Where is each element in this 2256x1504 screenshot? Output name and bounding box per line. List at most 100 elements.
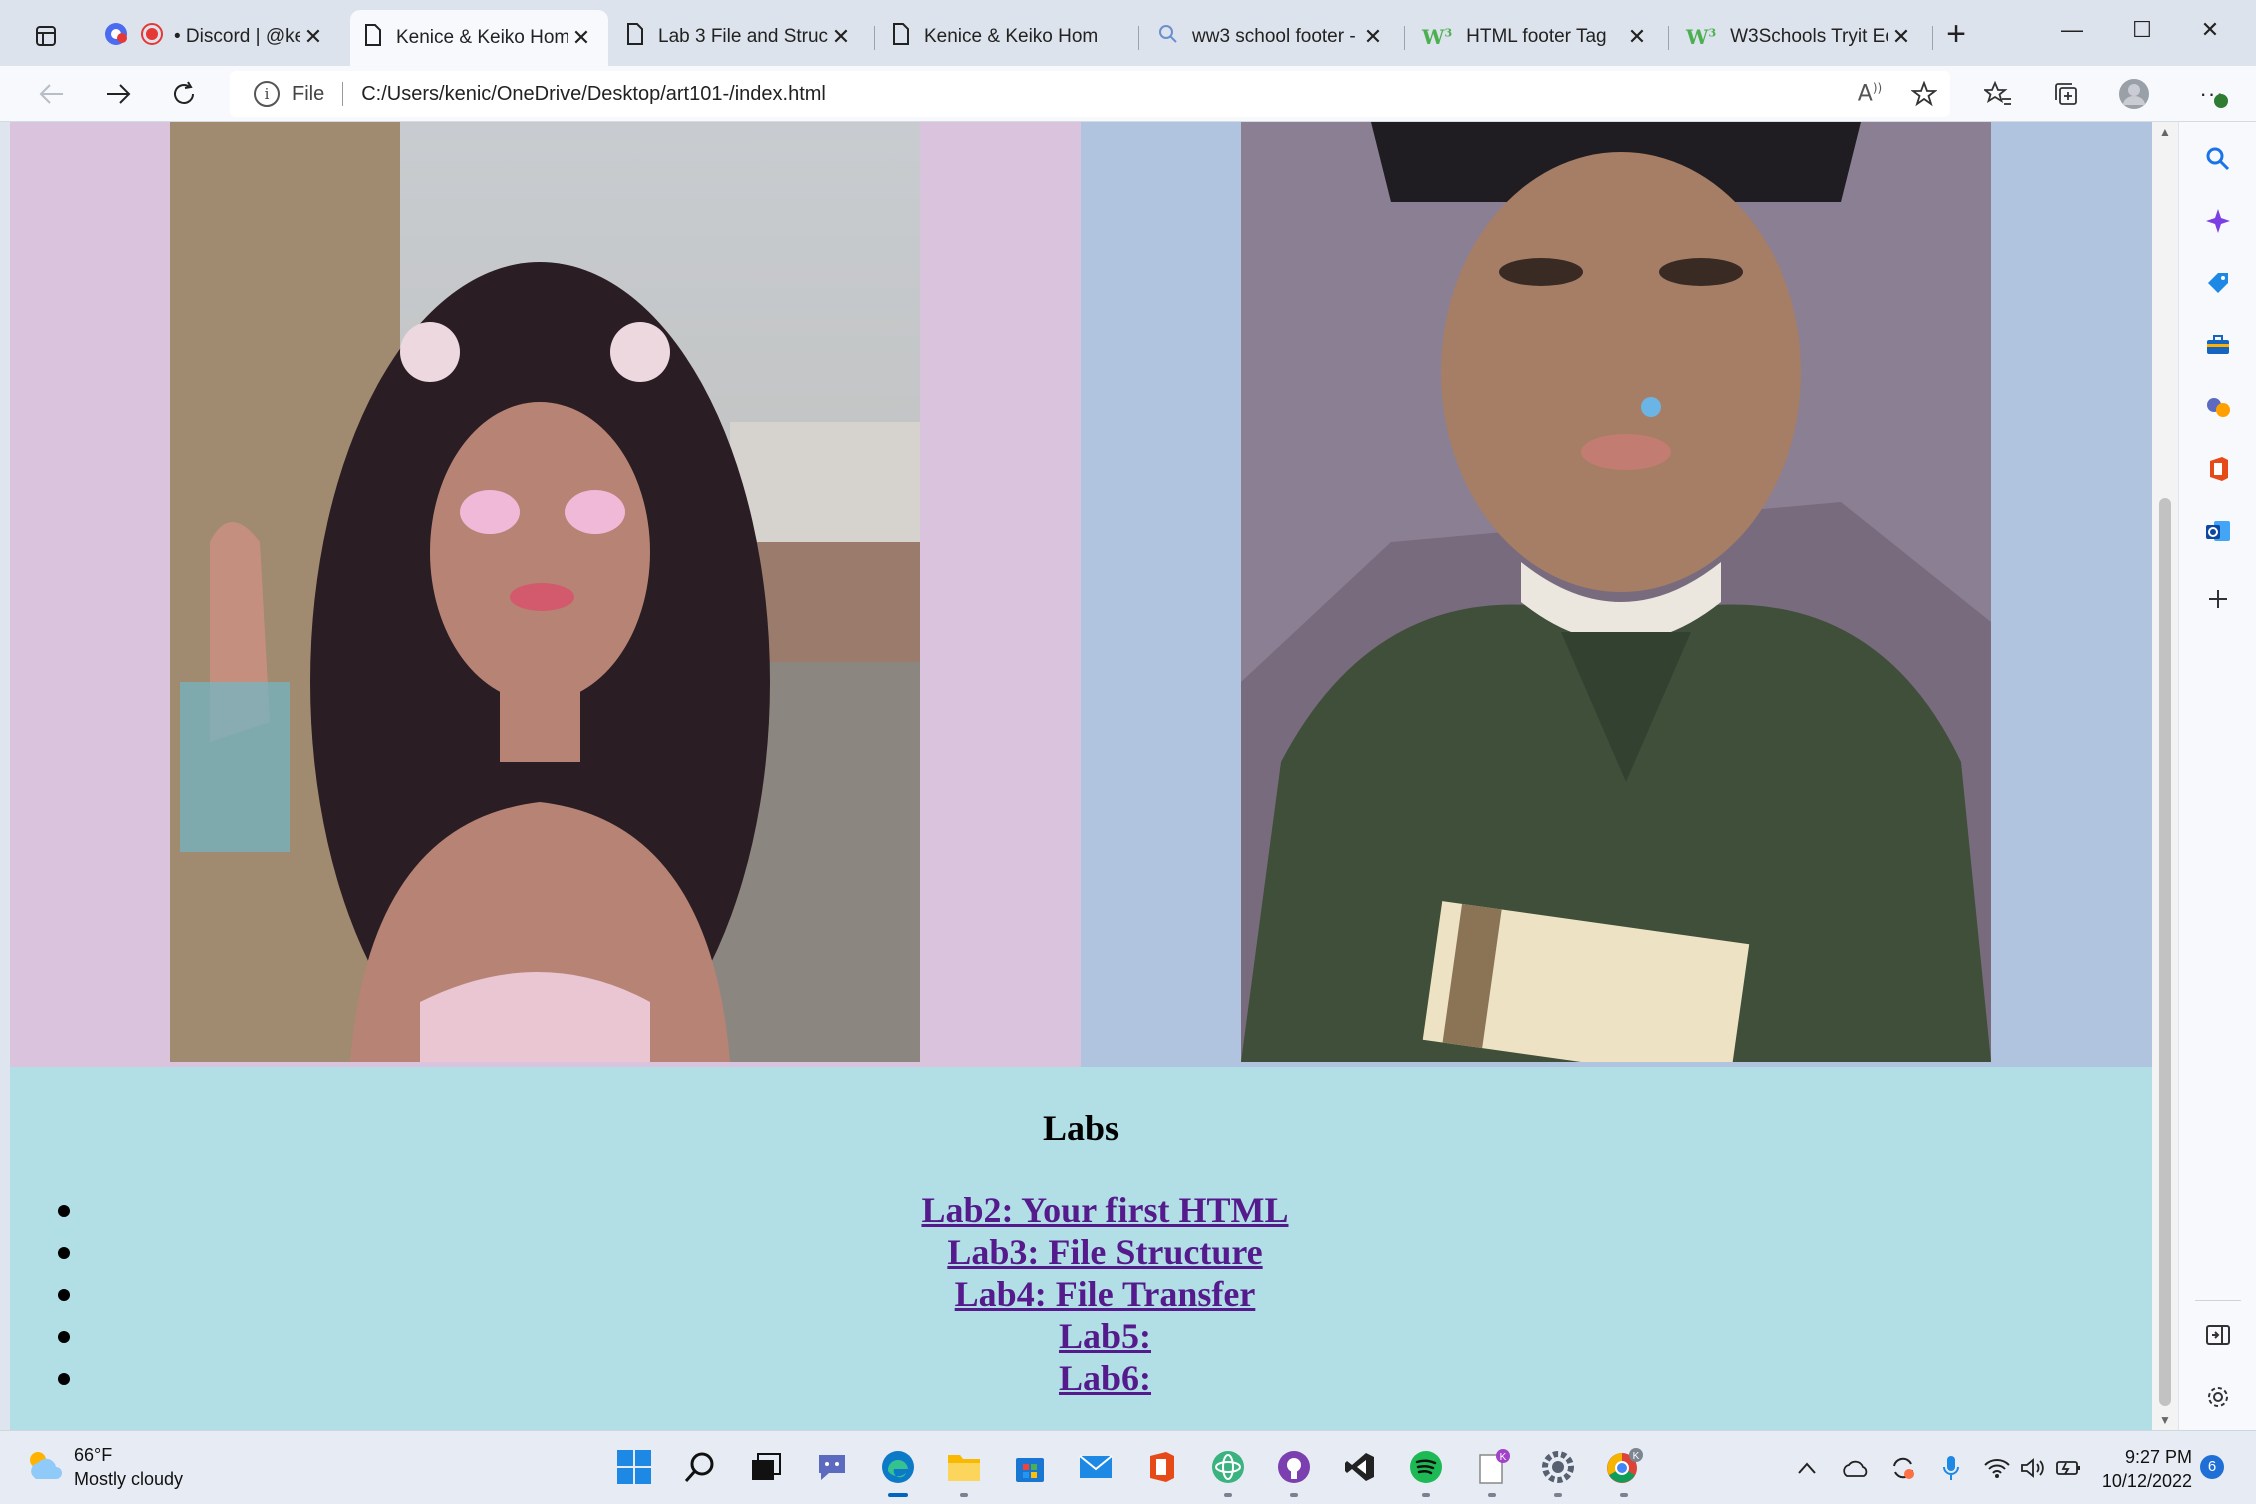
profile-avatar[interactable]	[2116, 76, 2152, 112]
bullet-icon	[58, 1331, 70, 1343]
lab2-link[interactable]: Lab2: Your first HTML	[921, 1190, 1288, 1230]
volume-icon[interactable]	[2018, 1453, 2048, 1483]
sidebar-tools-icon[interactable]	[2201, 328, 2235, 362]
maximize-button[interactable]: ☐	[2112, 10, 2172, 50]
notification-badge[interactable]: 6	[2200, 1455, 2224, 1479]
tab-strip: • Discord | @ke ✕ Kenice & Keiko Hom ✕ L…	[0, 0, 2256, 68]
bullet-icon	[58, 1289, 70, 1301]
wifi-icon[interactable]	[1982, 1453, 2012, 1483]
clock-date: 10/12/2022	[2101, 1471, 2192, 1491]
tab-footer-search[interactable]: ww3 school footer - ✕	[1144, 12, 1400, 62]
cloudy-weather-icon	[24, 1447, 64, 1488]
tray-overflow-icon[interactable]	[1792, 1453, 1822, 1483]
list-item: Lab2: Your first HTML	[58, 1189, 2152, 1231]
tab-close-icon[interactable]: ✕	[300, 24, 326, 50]
lab4-link[interactable]: Lab4: File Transfer	[955, 1274, 1256, 1314]
site-info-icon[interactable]: i	[254, 81, 280, 107]
sidebar-settings-icon[interactable]	[2201, 1380, 2235, 1414]
minimize-button[interactable]: —	[2042, 10, 2102, 50]
scroll-thumb[interactable]	[2159, 498, 2171, 1406]
sidebar-copilot-icon[interactable]	[2201, 204, 2235, 238]
edge-icon[interactable]	[876, 1445, 920, 1497]
spotify-icon[interactable]	[1404, 1445, 1448, 1497]
page-scrollbar[interactable]: ▲ ▼	[2152, 122, 2178, 1430]
refresh-button[interactable]	[164, 74, 204, 114]
weather-temp: 66°F	[74, 1445, 113, 1465]
lab5-link[interactable]: Lab5:	[1059, 1316, 1151, 1356]
page-viewport: Labs Lab2: Your first HTML Lab3: File St…	[10, 122, 2152, 1430]
tab-close-icon[interactable]: ✕	[1624, 24, 1650, 50]
notepad-icon[interactable]: K	[1470, 1445, 1514, 1497]
w3schools-icon: W3	[1686, 25, 1717, 49]
tab-title: Kenice & Keiko Hom	[396, 27, 568, 48]
sidebar-search-icon[interactable]	[2201, 142, 2235, 176]
tab-close-icon[interactable]: ✕	[568, 25, 594, 51]
microphone-icon[interactable]	[1936, 1453, 1966, 1483]
close-window-button[interactable]: ✕	[2180, 10, 2240, 50]
tab-w3-tryit[interactable]: W3 W3Schools Tryit Edit ✕	[1672, 12, 1928, 62]
chrome-icon[interactable]: K	[1602, 1445, 1646, 1497]
read-aloud-icon[interactable]: A))	[1852, 76, 1888, 112]
taskbar-search-icon[interactable]	[678, 1445, 722, 1489]
address-separator	[342, 82, 344, 106]
forward-button[interactable]	[98, 74, 138, 114]
sidebar-add-icon[interactable]	[2201, 582, 2235, 616]
update-badge-icon	[2214, 94, 2228, 108]
tab-close-icon[interactable]: ✕	[1888, 24, 1914, 50]
github-icon[interactable]	[1272, 1445, 1316, 1497]
sidebar-office-icon[interactable]	[2201, 452, 2235, 486]
photo-column-left	[10, 122, 1081, 1067]
taskbar-clock[interactable]: 9:27 PM 10/12/2022	[2100, 1445, 2192, 1493]
sidebar-games-icon[interactable]	[2201, 390, 2235, 424]
atom-icon[interactable]	[1206, 1445, 1250, 1497]
bullet-icon	[58, 1373, 70, 1385]
tab-separator	[1932, 26, 1933, 50]
page-icon	[626, 23, 644, 51]
list-item: Lab4: File Transfer	[58, 1273, 2152, 1315]
search-icon	[1158, 24, 1178, 50]
scroll-down-icon[interactable]: ▼	[2159, 1414, 2171, 1426]
lab6-link[interactable]: Lab6:	[1059, 1358, 1151, 1398]
favorites-icon[interactable]	[1980, 76, 2016, 112]
sidebar-hide-icon[interactable]	[2201, 1318, 2235, 1352]
collections-icon[interactable]	[2048, 76, 2084, 112]
scroll-up-icon[interactable]: ▲	[2159, 126, 2171, 138]
windows-taskbar: 66°F Mostly cloudy K K 9:27 PM 10/12/202…	[0, 1430, 2256, 1504]
tab-close-icon[interactable]: ✕	[1360, 24, 1386, 50]
page-icon	[364, 24, 382, 52]
mail-icon[interactable]	[1074, 1445, 1118, 1489]
google-icon	[104, 22, 128, 52]
tab-kenice-keiko[interactable]: Kenice & Keiko Hom	[878, 12, 1134, 62]
tab-lab3[interactable]: Lab 3 File and Struct ✕	[612, 12, 868, 62]
weather-widget[interactable]: 66°F Mostly cloudy	[24, 1443, 183, 1491]
address-bar[interactable]: i File C:/Users/kenic/OneDrive/Desktop/a…	[230, 71, 1950, 117]
tab-close-icon[interactable]: ✕	[828, 24, 854, 50]
tab-separator	[1404, 26, 1405, 50]
sync-icon[interactable]	[1888, 1453, 1918, 1483]
task-view-icon[interactable]	[744, 1445, 788, 1489]
tab-kenice-keiko-active[interactable]: Kenice & Keiko Hom ✕	[350, 10, 608, 66]
tab-html-footer[interactable]: W3 HTML footer Tag ✕	[1408, 12, 1664, 62]
left-portrait-photo	[170, 122, 920, 1062]
add-favorite-icon[interactable]	[1906, 76, 1942, 112]
chat-icon[interactable]	[810, 1445, 854, 1489]
sidebar-shopping-icon[interactable]	[2201, 266, 2235, 300]
vscode-icon[interactable]	[1338, 1445, 1382, 1489]
file-explorer-icon[interactable]	[942, 1445, 986, 1497]
settings-icon[interactable]	[1536, 1445, 1580, 1497]
sidebar-outlook-icon[interactable]	[2201, 514, 2235, 548]
start-icon[interactable]	[612, 1445, 656, 1489]
settings-more-icon[interactable]: ···	[2194, 76, 2230, 112]
record-icon	[140, 22, 164, 52]
back-button[interactable]	[32, 74, 72, 114]
store-icon[interactable]	[1008, 1445, 1052, 1489]
onedrive-icon[interactable]	[1840, 1453, 1870, 1483]
battery-icon[interactable]	[2054, 1453, 2084, 1483]
tab-actions-icon[interactable]	[28, 18, 64, 54]
office-icon[interactable]	[1140, 1445, 1184, 1489]
weather-condition: Mostly cloudy	[74, 1469, 184, 1489]
right-portrait-photo	[1241, 122, 1991, 1062]
new-tab-button[interactable]: +	[1938, 17, 1974, 54]
lab3-link[interactable]: Lab3: File Structure	[947, 1232, 1262, 1272]
tab-discord[interactable]: • Discord | @ke ✕	[90, 12, 340, 62]
